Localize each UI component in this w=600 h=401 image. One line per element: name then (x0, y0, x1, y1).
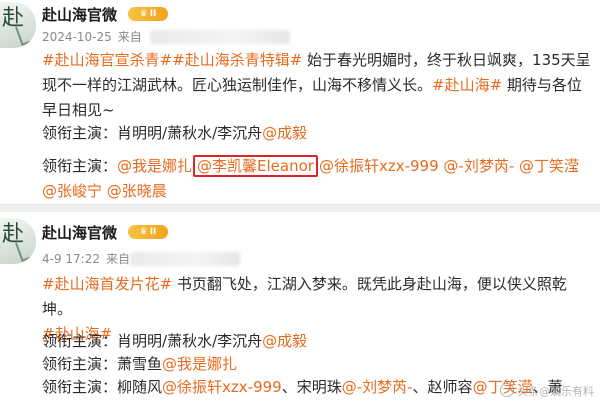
highlighted-mention[interactable]: @李凯馨Eleanor (193, 155, 318, 177)
blurred-source (150, 30, 290, 44)
mention-link[interactable]: @成毅 (262, 332, 307, 350)
post-time[interactable]: 2024-10-25 (42, 30, 112, 44)
cast-label: 领衔主演： (42, 332, 118, 350)
cast-roles: 肖明明/萧秋水/李沉舟 (117, 124, 263, 142)
mention-link[interactable]: @徐振轩xzx-999 (162, 378, 282, 396)
cast-label: 领衔主演： (42, 157, 118, 175)
cast-roles: 柳随风 (117, 378, 163, 396)
author-name[interactable]: 赴山海官微 (42, 222, 117, 243)
mention-link[interactable]: @张峻宁 (42, 182, 102, 200)
body-text: 早日相见~ (42, 101, 115, 119)
post-body: #赴山海官宣杀青##赴山海杀青特辑# 始于春光明媚时，终于秋日飒爽，135天呈 … (42, 48, 598, 123)
cast-label: 领衔主演： (42, 378, 118, 396)
mention-link[interactable]: @徐振轩xzx-999 (319, 157, 439, 175)
body-text: 书页翻飞处，江湖入梦来。既凭此身赴山海，便以侠义照乾 (172, 275, 567, 293)
post-source-prefix: 来自 (106, 252, 131, 266)
body-text: 现不一样的江湖武林。匠心独运制佳作，山海不移情义长。 (42, 76, 433, 94)
mention-link[interactable]: @我是娜扎 (117, 157, 192, 175)
hashtag[interactable]: #赴山海官宣杀青# (42, 51, 172, 69)
post-meta: 4-9 17:22 来自 (42, 250, 130, 267)
mention-link[interactable]: @张晓晨 (107, 182, 167, 200)
hashtag[interactable]: #赴山海# (432, 76, 502, 94)
mention-link[interactable]: @我是娜扎 (162, 355, 237, 373)
cast-row: 领衔主演：肖明明/萧秋水/李沉舟@成毅 (42, 122, 307, 144)
watermark-icon (500, 383, 514, 397)
hashtag[interactable]: #赴山海首发片花# (42, 275, 172, 293)
cast-row: @张峻宁 @张晓晨 (42, 180, 167, 202)
mention-link[interactable]: @-刘梦芮- (342, 378, 413, 396)
cast-row: 领衔主演：@我是娜扎 @李凯馨Eleanor @徐振轩xzx-999 @-刘梦芮- … (42, 155, 579, 177)
body-text: 坤。 (42, 300, 73, 318)
cast-label: 领衔主演： (42, 355, 118, 373)
cast-roles: 萧雪鱼 (117, 355, 163, 373)
cast-label: 领衔主演： (42, 124, 118, 142)
post-source-prefix: 来自 (117, 30, 142, 44)
cast-row: 领衔主演：柳随风@徐振轩xzx-999、宋明珠@-刘梦芮-、赵师容@丁笑滢、萧 (42, 376, 563, 398)
weibo-post-2: 赴 赴山海官微 ♛ II 4-9 17:22 来自 #赴山海首发片花# 书页翻飞处，… (0, 212, 600, 401)
crown-badge-icon: ♛ II (128, 225, 168, 239)
mention-link[interactable]: @成毅 (262, 124, 307, 142)
body-text: 始于春光明媚时，终于秋日飒爽，135天呈 (302, 51, 591, 69)
cast-roles: 肖明明/萧秋水/李沉舟 (117, 332, 263, 350)
blurred-source (130, 252, 240, 266)
cast-row: 领衔主演：萧雪鱼@我是娜扎 (42, 353, 237, 375)
cast-roles: 、赵师容 (412, 378, 473, 396)
mention-link[interactable]: @-刘梦芮- (443, 157, 514, 175)
author-avatar[interactable]: 赴 (0, 218, 36, 264)
body-text: 期待与各位 (502, 76, 582, 94)
crown-badge-icon: ♛ II (128, 7, 168, 21)
watermark: 头条@娱乐有料 (500, 383, 594, 399)
hashtag[interactable]: #赴山海杀青特辑# (172, 51, 302, 69)
mention-link[interactable]: @丁笑滢 (519, 157, 579, 175)
author-avatar[interactable]: 赴 (0, 2, 36, 48)
weibo-post-1: 赴 赴山海官微 ♛ II 2024-10-25 来自 #赴山海官宣杀青##赴山海杀青… (0, 0, 600, 205)
cast-row: 领衔主演：肖明明/萧秋水/李沉舟@成毅 (42, 330, 307, 352)
post-time[interactable]: 4-9 17:22 (42, 252, 100, 266)
post-meta: 2024-10-25 来自 (42, 28, 142, 45)
author-name[interactable]: 赴山海官微 (42, 4, 117, 25)
cast-roles: 、宋明珠 (281, 378, 342, 396)
